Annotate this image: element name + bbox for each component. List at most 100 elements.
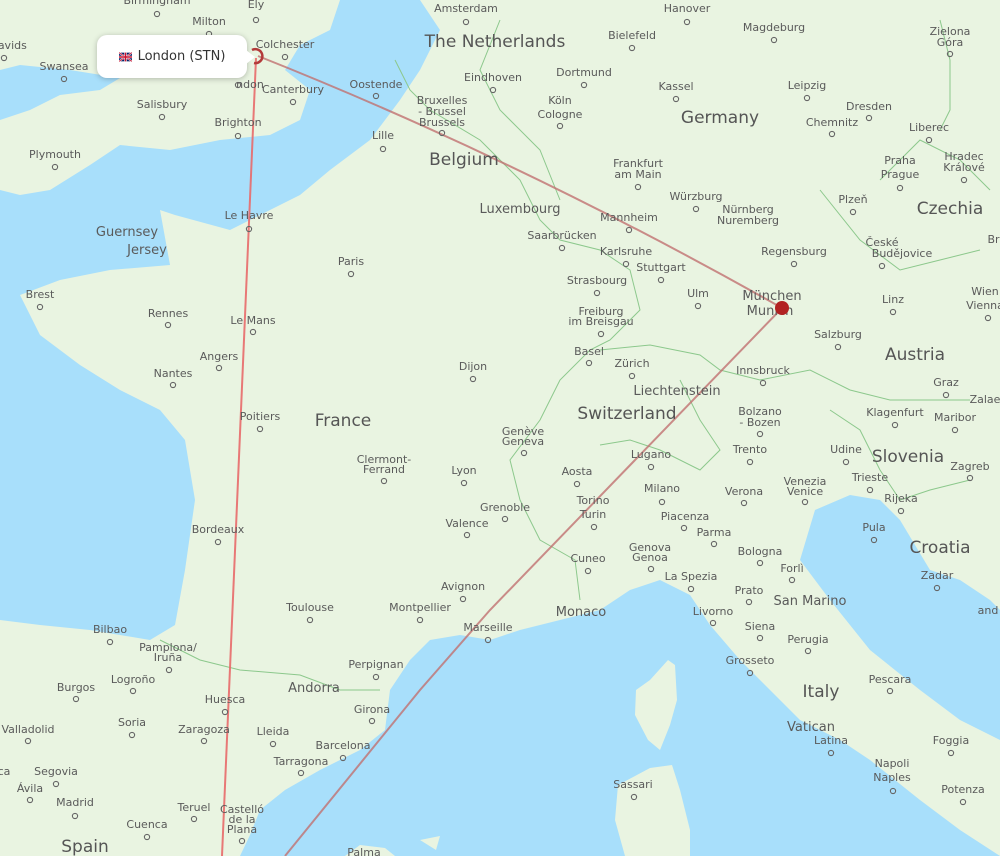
country-label: Croatia [909,538,970,558]
country-label: Italy [803,682,840,702]
city-label: Lleida [257,725,290,738]
city-label: Nantes [154,367,193,380]
city-label: Köln [548,94,571,107]
city-label: Torino [576,494,610,507]
land-corsica [635,660,677,750]
city-label: Salzburg [814,328,862,341]
city-label: Montpellier [389,601,451,614]
city-label: Amsterdam [434,2,498,15]
city-dot [870,536,878,544]
country-label: Monaco [556,605,607,620]
country-label: The Netherlands [424,32,566,52]
city-label: Eindhoven [464,71,522,84]
city-label: Swansea [40,60,89,73]
city-label: Prato [735,584,764,597]
city-label: Magdeburg [743,21,805,34]
city-label: Wien [971,285,998,298]
city-label: Rennes [148,307,189,320]
city-label: Angers [200,350,239,363]
city-label: Maribor [934,411,977,424]
city-label: Cuenca [126,818,167,831]
city-label: Zaragoza [178,723,230,736]
city-dot [746,669,754,677]
destination-marker[interactable] [775,301,789,315]
city-label: Venice [787,485,824,498]
city-label: Piacenza [661,510,710,523]
city-label: Ulm [687,287,709,300]
city-label: Lugano [631,448,672,461]
city-label: Leipzig [788,79,827,92]
city-label: Strasbourg [567,274,627,287]
country-label: France [315,411,372,431]
city-label: Würzburg [669,190,722,203]
city-label: Góra [937,36,964,49]
city-label: Brest [26,288,55,301]
city-label: Ely [248,0,265,11]
city-label: Rijeka [884,492,917,505]
city-label: Potenza [941,783,985,796]
city-label: Plzeň [838,193,867,206]
city-label: Grosseto [726,654,775,667]
city-label: Siena [745,620,776,633]
city-label: Dijon [459,360,487,373]
city-label: Basel [574,345,604,358]
city-label: Madrid [56,796,94,809]
city-label: Ferrand [363,463,405,476]
city-label: Poitiers [240,410,281,423]
city-label: Milton [192,15,226,28]
route-map[interactable]: The Netherlands Germany Belgium Czechia Fran… [0,0,1000,856]
city-label: Palma [347,846,380,856]
country-label: San Marino [774,594,847,609]
city-label: Dortmund [556,66,612,79]
country-label: Liechtenstein [633,384,720,399]
country-label: Vatican [787,720,835,735]
country-label: Luxembourg [479,202,560,217]
city-label: Trieste [851,471,888,484]
city-label: Colchester [256,38,315,51]
city-label: Innsbruck [736,364,790,377]
city-label: Králové [943,161,985,174]
city-label: Milano [644,482,680,495]
city-label: Prague [881,168,920,181]
city-label: Livorno [693,605,734,618]
city-label: Nuremberg [717,214,779,227]
city-label: and [978,604,999,617]
city-label: Latina [814,734,848,747]
city-label: Lille [372,129,394,142]
city-label: La Spezia [665,570,718,583]
city-label: Linz [882,293,904,306]
city-label: Oavids [0,39,27,52]
city-label: Bri [987,233,1000,246]
city-label: Ávila [17,782,43,795]
city-label: Saarbrücken [527,229,596,242]
city-label: Avignon [441,580,485,593]
city-label: Hanover [664,2,711,15]
city-label: Le Mans [230,314,275,327]
city-label: Plana [227,823,257,836]
city-label: Paris [338,255,364,268]
city-label: Turin [579,508,607,521]
city-label: Girona [354,703,390,716]
city-label: Aosta [562,465,593,478]
city-label: Chemnitz [806,116,858,129]
destination-city-label: München [742,289,801,304]
city-label: Pescara [869,673,912,686]
city-label: Bielefeld [608,29,656,42]
city-label: Teruel [177,801,211,814]
city-label: Bordeaux [192,523,245,536]
city-label: Zadar [921,569,954,582]
city-label: Regensburg [761,245,827,258]
city-label: Soria [118,716,146,729]
city-label: Valladolid [1,723,54,736]
city-label: ca [0,765,10,778]
city-label: Huesca [205,693,246,706]
city-label: Segovia [34,765,78,778]
city-label: Napoli [875,757,910,770]
city-label: Trento [732,443,767,456]
city-label: Le Havre [225,209,274,222]
city-label: Dresden [846,100,892,113]
country-label: Guernsey [96,225,158,240]
country-label: Belgium [429,150,499,170]
city-label: Mannheim [600,211,658,224]
city-label: Brighton [214,116,261,129]
